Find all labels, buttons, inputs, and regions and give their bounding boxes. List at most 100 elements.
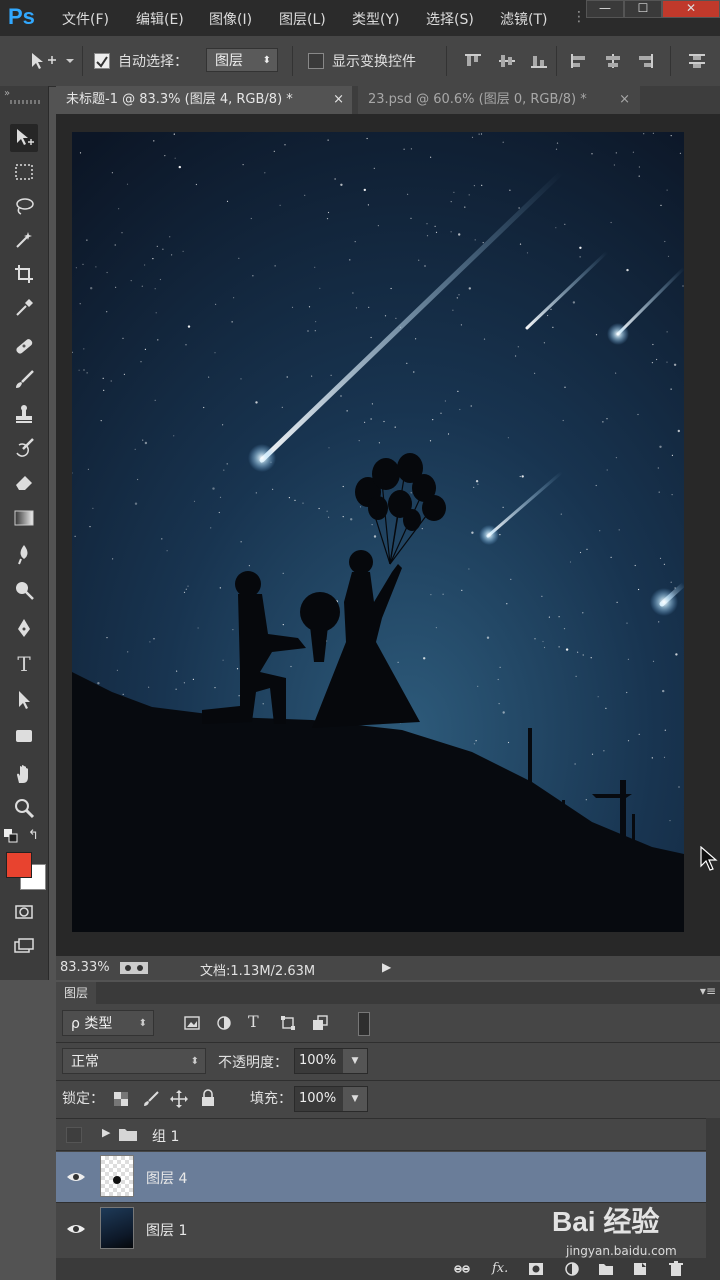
menu-filter[interactable]: 滤镜(T) [500, 9, 547, 29]
lasso-icon[interactable] [10, 192, 38, 220]
filter-adjustment-icon[interactable] [216, 1015, 232, 1031]
tab-23-psd[interactable]: 23.psd @ 60.6% (图层 0, RGB/8) * × [358, 86, 640, 114]
blur-icon[interactable] [10, 540, 38, 568]
layer-style-fx-icon[interactable]: fx. [492, 1261, 508, 1277]
align-bottom-icon[interactable] [530, 53, 548, 69]
healing-brush-icon[interactable] [10, 332, 38, 360]
screen-mode-icon[interactable] [10, 932, 38, 960]
minimize-button[interactable]: — [586, 0, 624, 18]
close-tab-icon[interactable]: × [619, 86, 630, 114]
new-layer-icon[interactable] [632, 1261, 648, 1277]
fill-field[interactable]: 100% ▼ [294, 1086, 368, 1112]
filter-pixel-icon[interactable] [184, 1015, 200, 1031]
visibility-toggle-empty[interactable] [66, 1127, 82, 1143]
type-icon[interactable]: T [10, 650, 38, 678]
layer-row-layer-4[interactable]: 图层 4 [56, 1152, 706, 1202]
eye-icon[interactable] [66, 1170, 86, 1184]
menu-select[interactable]: 选择(S) [426, 9, 474, 29]
panel-menu-icon[interactable]: ▾≡ [700, 984, 716, 998]
preview-toggle-icon[interactable] [120, 962, 148, 974]
opacity-field[interactable]: 100% ▼ [294, 1048, 368, 1074]
history-brush-icon[interactable] [10, 434, 38, 462]
hand-icon[interactable] [10, 760, 38, 788]
status-menu-arrow-icon[interactable]: ▶ [382, 960, 391, 974]
foreground-color-swatch[interactable] [6, 852, 32, 878]
layer-filter-dropdown[interactable]: ρ 类型 ⬍ [62, 1010, 154, 1036]
path-selection-icon[interactable] [10, 686, 38, 714]
distribute-top-icon[interactable] [688, 53, 706, 69]
maximize-button[interactable]: ☐ [624, 0, 662, 18]
filter-type-icon[interactable]: T [248, 1012, 259, 1031]
move-icon[interactable] [10, 124, 38, 152]
menu-image[interactable]: 图像(I) [209, 9, 252, 29]
link-layers-icon[interactable] [454, 1261, 470, 1277]
star [481, 184, 483, 186]
eraser-icon[interactable] [10, 468, 38, 496]
eye-icon[interactable] [66, 1222, 86, 1236]
fill-slider-toggle-icon[interactable]: ▼ [343, 1087, 367, 1111]
star [634, 564, 636, 567]
auto-select-checkbox[interactable] [94, 53, 110, 69]
star [354, 241, 356, 243]
lock-all-icon[interactable] [200, 1089, 216, 1107]
crop-icon[interactable] [10, 260, 38, 288]
swap-colors-icon[interactable]: ↰ [28, 828, 39, 843]
star [434, 225, 436, 227]
filter-shape-icon[interactable] [280, 1015, 296, 1031]
auto-select-dropdown[interactable]: 图层 ⬍ [206, 48, 278, 72]
align-vertical-center-icon[interactable] [498, 53, 516, 69]
delete-layer-icon[interactable] [668, 1261, 684, 1277]
eyedropper-icon[interactable] [10, 294, 38, 322]
menu-file[interactable]: 文件(F) [62, 9, 109, 29]
zoom-icon[interactable] [10, 794, 38, 822]
menu-layer[interactable]: 图层(L) [279, 9, 326, 29]
filter-smart-object-icon[interactable] [312, 1015, 328, 1031]
brush-icon[interactable] [10, 366, 38, 394]
opacity-slider-toggle-icon[interactable]: ▼ [343, 1049, 367, 1073]
rectangle-icon[interactable] [10, 722, 38, 750]
align-horizontal-center-icon[interactable] [604, 53, 622, 69]
align-top-icon[interactable] [464, 53, 482, 69]
layer-thumbnail-transparent[interactable] [100, 1155, 134, 1197]
align-right-icon[interactable] [636, 53, 654, 69]
layer-thumbnail-sky[interactable] [100, 1207, 134, 1249]
star [626, 622, 628, 624]
adjustment-layer-icon[interactable] [564, 1261, 580, 1277]
lock-position-icon[interactable] [170, 1090, 188, 1108]
gradient-icon[interactable] [10, 504, 38, 532]
star [314, 330, 316, 332]
clone-stamp-icon[interactable] [10, 400, 38, 428]
panel-grip[interactable] [10, 100, 40, 104]
pen-icon[interactable] [10, 614, 38, 642]
quick-mask-icon[interactable] [10, 898, 38, 926]
zoom-level[interactable]: 83.33% [60, 960, 110, 975]
marquee-icon[interactable] [10, 158, 38, 186]
layers-tab[interactable]: 图层 [56, 982, 96, 1004]
default-colors-icon[interactable] [4, 828, 18, 843]
magic-wand-icon[interactable] [10, 226, 38, 254]
menu-type[interactable]: 类型(Y) [352, 9, 399, 29]
star [664, 729, 666, 731]
lock-image-pixels-icon[interactable] [142, 1090, 160, 1108]
dodge-icon[interactable] [10, 576, 38, 604]
star [615, 372, 617, 374]
new-group-icon[interactable] [598, 1261, 614, 1277]
tab-untitled-1[interactable]: 未标题-1 @ 83.3% (图层 4, RGB/8) * × [56, 86, 352, 114]
align-left-icon[interactable] [570, 53, 588, 69]
document-canvas[interactable] [72, 132, 684, 932]
filter-toggle-switch[interactable] [358, 1012, 370, 1036]
menu-edit[interactable]: 编辑(E) [136, 9, 184, 29]
star [286, 376, 288, 378]
layers-scrollbar[interactable] [706, 1118, 720, 1258]
add-mask-icon[interactable] [528, 1261, 544, 1277]
show-transform-checkbox[interactable] [308, 53, 324, 69]
close-tab-icon[interactable]: × [333, 86, 344, 114]
tool-preset-picker[interactable] [28, 50, 74, 72]
expand-arrow-icon[interactable]: ▶ [102, 1126, 110, 1139]
star [453, 191, 455, 193]
lock-transparent-pixels-icon[interactable] [114, 1092, 128, 1106]
blend-mode-dropdown[interactable]: 正常 ⬍ [62, 1048, 206, 1074]
collapse-arrows-icon[interactable]: » [4, 88, 10, 99]
layer-row-group-1[interactable]: ▶ 组 1 [56, 1120, 706, 1150]
close-window-button[interactable]: ✕ [662, 0, 720, 18]
